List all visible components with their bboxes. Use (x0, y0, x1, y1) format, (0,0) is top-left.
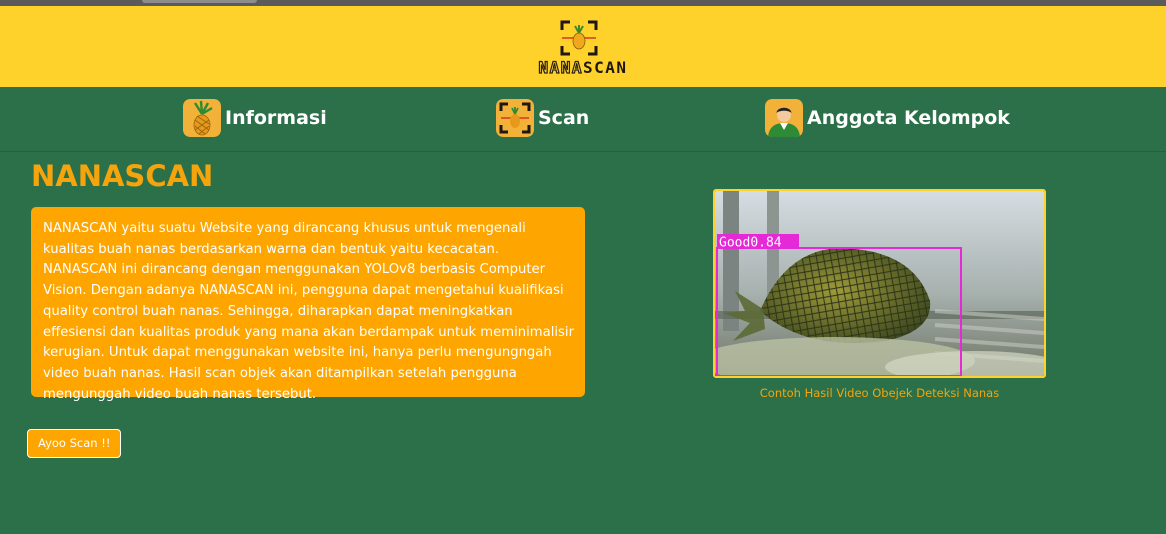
brand-name-part1: NANA (538, 57, 583, 77)
nav-label-informasi: Informasi (225, 107, 327, 129)
nav-label-scan: Scan (538, 107, 590, 129)
scan-frame-icon (496, 99, 534, 137)
brand-name-part2: SCAN (583, 58, 628, 77)
brand-wordmark: NANASCAN (0, 57, 1166, 77)
description-card: NANASCAN yaitu suatu Website yang diranc… (31, 207, 585, 402)
svg-text:Good0.84: Good0.84 (719, 236, 782, 251)
detection-demo-video[interactable]: Good0.84 (713, 189, 1046, 378)
detection-demo-frame: Good0.84 (715, 191, 1044, 376)
nav-item-anggota-kelompok[interactable]: Anggota Kelompok (765, 97, 1010, 139)
detection-score: 0.84 (750, 236, 781, 251)
demo-caption: Contoh Hasil Video Obejek Deteksi Nanas (759, 386, 1000, 400)
detection-label: Good (719, 236, 750, 251)
pineapple-scan-frame-icon (560, 20, 598, 56)
page-title: NANASCAN (31, 159, 214, 193)
brand-header: NANASCAN (0, 6, 1166, 87)
nav-item-scan[interactable]: Scan (496, 97, 589, 139)
browser-tab-stub[interactable] (142, 0, 257, 3)
pineapple-icon (183, 99, 221, 137)
description-text: NANASCAN yaitu suatu Website yang diranc… (43, 221, 575, 402)
person-avatar-icon (765, 99, 803, 137)
main-navbar: Informasi Scan Anggota Kelompok (0, 87, 1166, 152)
nav-item-informasi[interactable]: Informasi (183, 97, 327, 139)
nav-label-anggota-kelompok: Anggota Kelompok (807, 107, 1010, 129)
ayoo-scan-button[interactable]: Ayoo Scan !! (27, 429, 122, 458)
